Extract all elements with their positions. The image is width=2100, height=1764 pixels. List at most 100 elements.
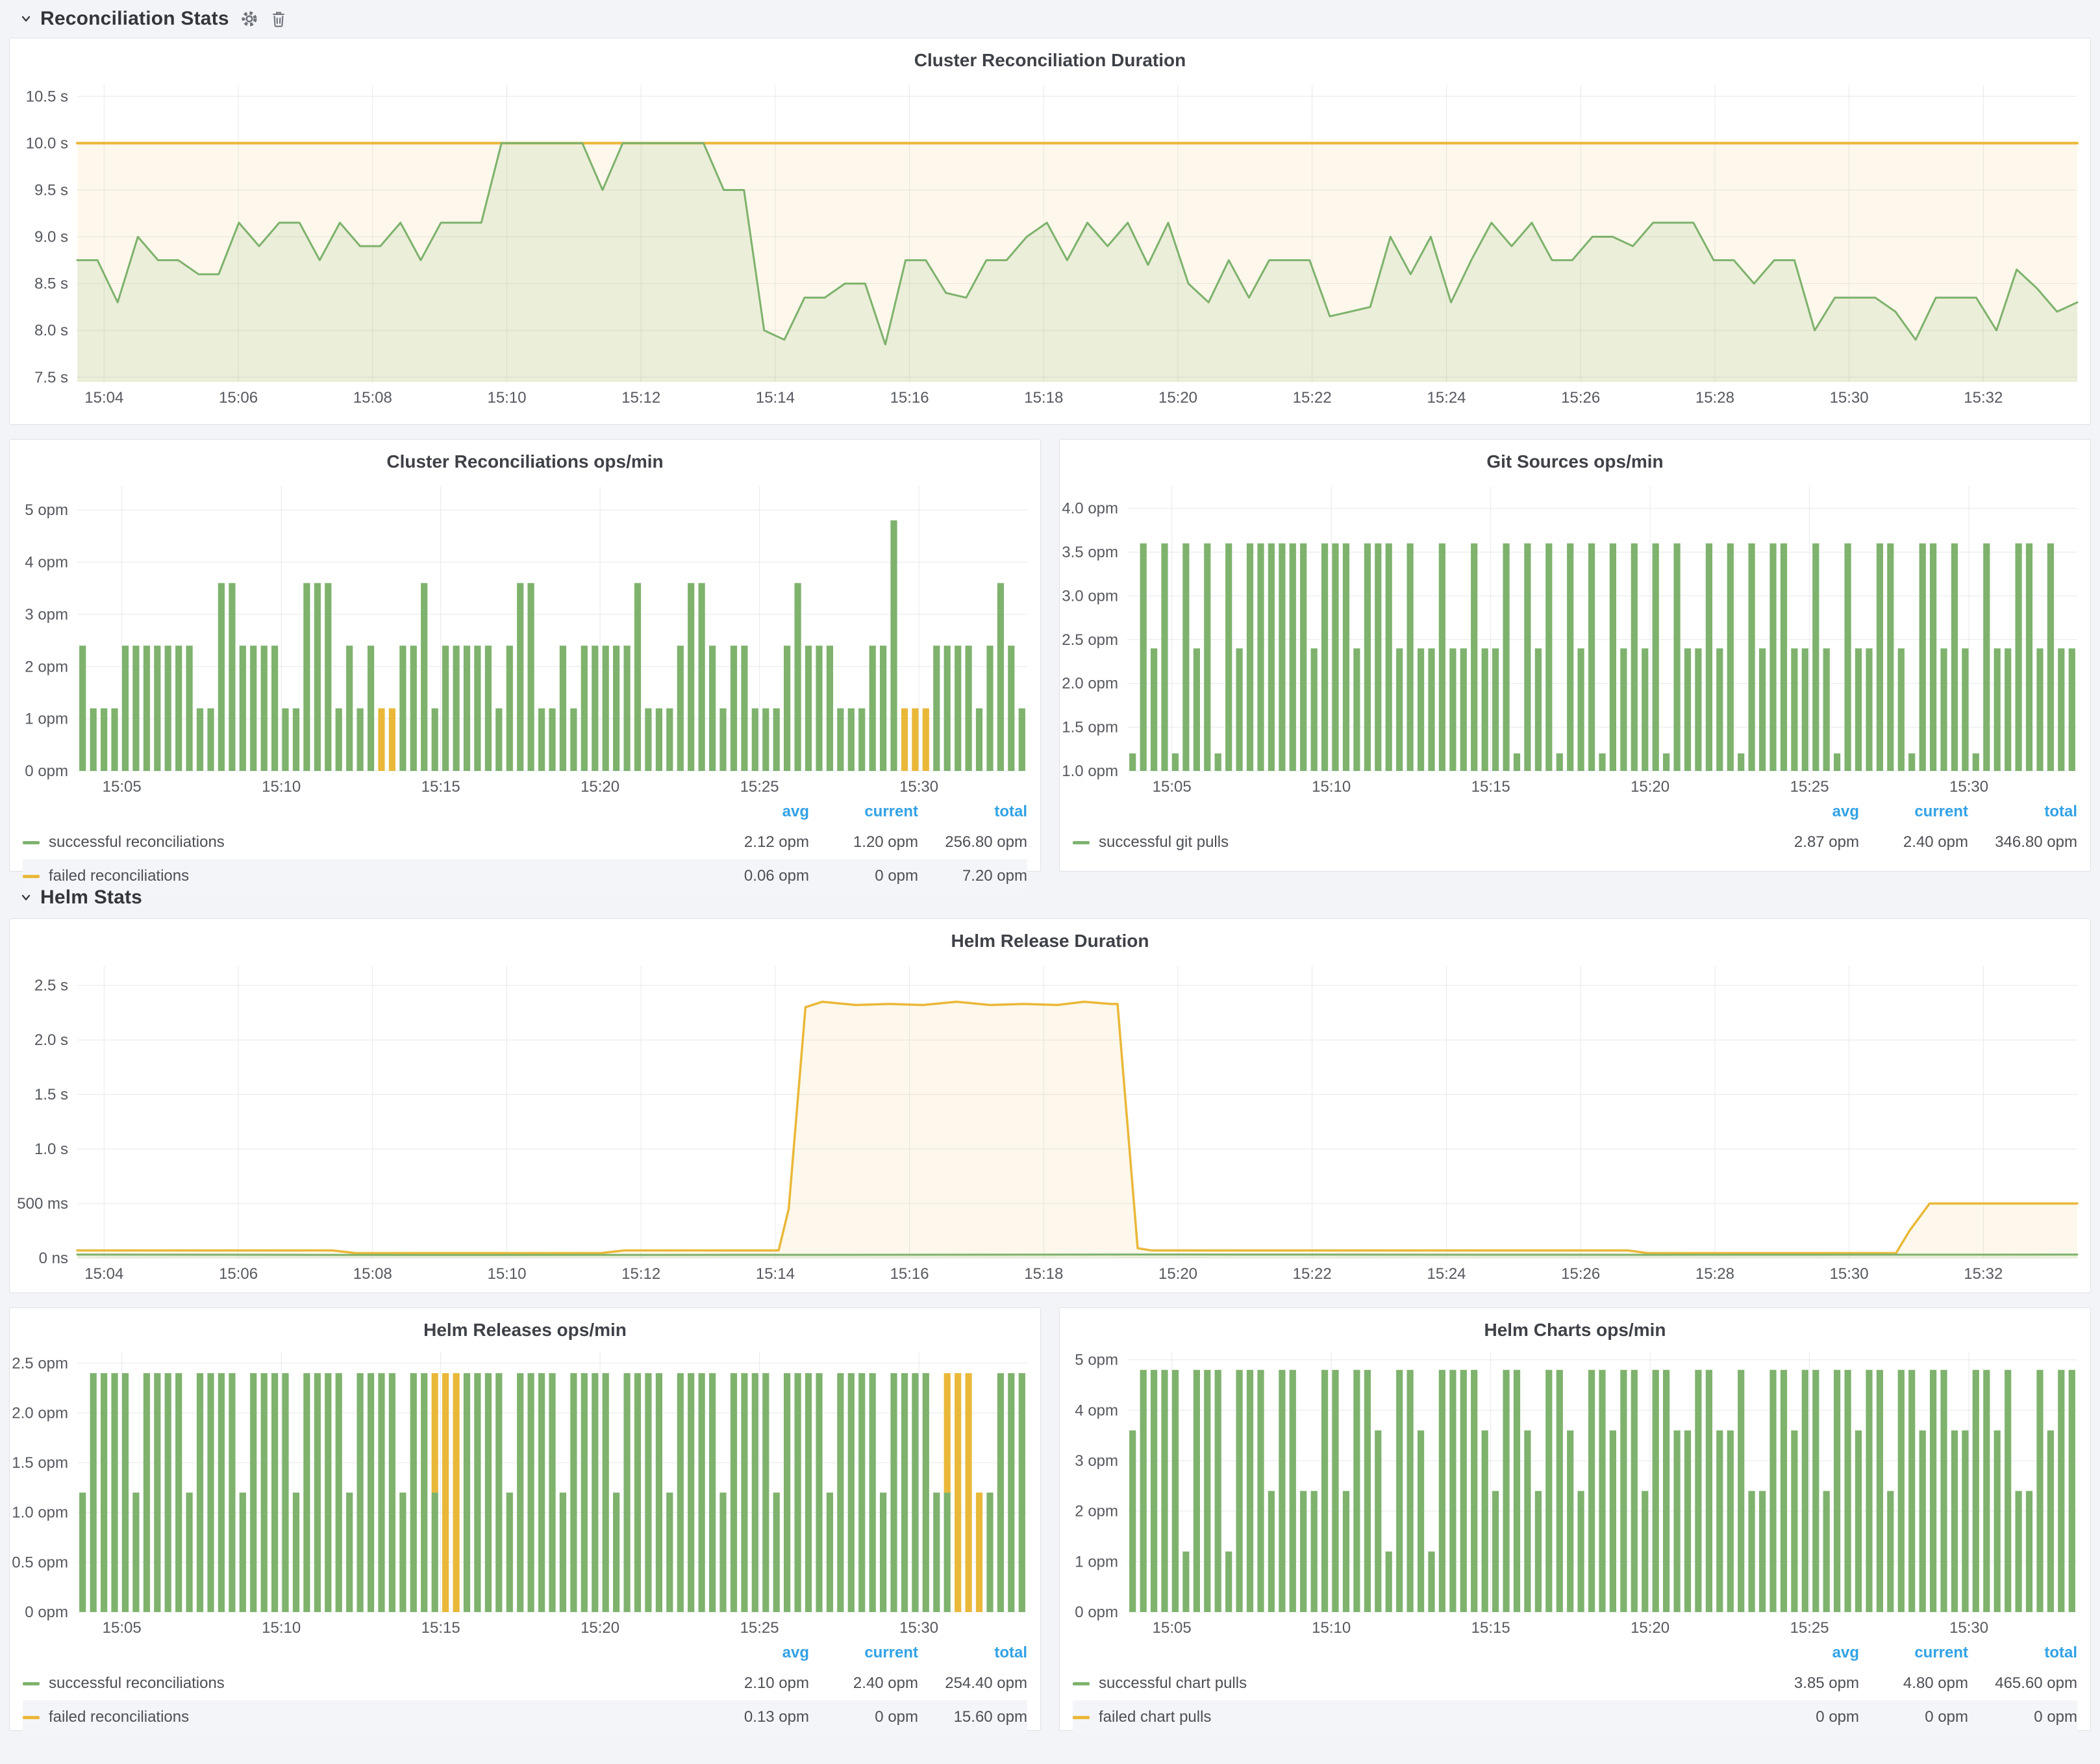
svg-text:10.0 s: 10.0 s — [26, 134, 68, 152]
svg-text:5 opm: 5 opm — [1075, 1352, 1118, 1369]
series-color-swatch — [23, 1682, 40, 1685]
legend-series-label[interactable]: successful reconciliations — [49, 1674, 225, 1693]
svg-text:15:04: 15:04 — [84, 1265, 123, 1283]
trash-icon[interactable] — [269, 10, 288, 28]
legend-series-label[interactable]: successful chart pulls — [1099, 1674, 1247, 1693]
panel-title[interactable]: Helm Releases ops/min — [10, 1308, 1040, 1347]
panel-title[interactable]: Git Sources ops/min — [1060, 440, 2090, 481]
row-header-reconciliation-stats[interactable]: Reconciliation Stats — [9, 0, 2091, 38]
row-title[interactable]: Reconciliation Stats — [40, 8, 229, 30]
legend-col-avg[interactable]: avg — [1750, 1644, 1859, 1662]
svg-text:0 opm: 0 opm — [25, 1604, 68, 1621]
legend-series[interactable]: failed chart pulls — [1073, 1708, 1750, 1726]
legend-series-label[interactable]: failed reconciliations — [49, 1708, 189, 1726]
legend-current-value: 0 opm — [1859, 1708, 1968, 1726]
helm-release-duration-chart[interactable]: 0 ns500 ms1.0 s1.5 s2.0 s2.5 s15:0415:06… — [10, 961, 2090, 1284]
legend-col-avg[interactable]: avg — [1750, 803, 1859, 821]
legend-row-failed-chart-pulls: failed chart pulls 0 opm 0 opm 0 opm — [1073, 1700, 2077, 1734]
legend-col-current[interactable]: current — [1859, 803, 1968, 821]
legend-series-label[interactable]: successful reconciliations — [49, 833, 225, 851]
helm-charts-chart[interactable]: 0 opm1 opm2 opm3 opm4 opm5 opm15:0515:10… — [1060, 1347, 2090, 1638]
svg-text:15:16: 15:16 — [890, 1265, 929, 1283]
svg-text:15:18: 15:18 — [1024, 1265, 1063, 1283]
legend-series[interactable]: successful chart pulls — [1073, 1674, 1750, 1693]
row-title[interactable]: Helm Stats — [40, 887, 142, 909]
panel-title[interactable]: Helm Release Duration — [10, 919, 2090, 961]
legend-series-label[interactable]: failed chart pulls — [1099, 1708, 1211, 1726]
svg-text:15:06: 15:06 — [219, 389, 258, 407]
svg-text:15:05: 15:05 — [103, 1619, 142, 1637]
panel-title[interactable]: Cluster Reconciliation Duration — [10, 38, 2090, 80]
legend-col-total[interactable]: total — [1968, 1644, 2077, 1662]
svg-text:2.5 opm: 2.5 opm — [12, 1355, 68, 1372]
svg-text:3 opm: 3 opm — [1075, 1452, 1118, 1470]
legend-avg-value: 0.13 opm — [700, 1708, 809, 1726]
legend-col-current[interactable]: current — [809, 1644, 918, 1662]
legend-col-total[interactable]: total — [918, 803, 1027, 821]
legend-series-label[interactable]: failed reconciliations — [49, 867, 189, 885]
legend-total-value: 15.60 opm — [918, 1708, 1027, 1726]
legend-col-current[interactable]: current — [809, 803, 918, 821]
svg-text:1.0 opm: 1.0 opm — [12, 1504, 68, 1522]
svg-text:15:10: 15:10 — [262, 1619, 301, 1637]
cluster-reconciliations-chart[interactable]: 0 opm1 opm2 opm3 opm4 opm5 opm15:0515:10… — [10, 481, 1040, 797]
svg-text:15:18: 15:18 — [1024, 389, 1063, 407]
svg-text:2.0 s: 2.0 s — [34, 1031, 68, 1049]
legend-avg-value: 2.87 opm — [1750, 833, 1859, 851]
panel-title[interactable]: Cluster Reconciliations ops/min — [10, 440, 1040, 481]
svg-text:15:20: 15:20 — [581, 778, 619, 796]
svg-text:15:12: 15:12 — [621, 1265, 660, 1283]
svg-text:15:20: 15:20 — [1631, 1619, 1669, 1637]
panel-title[interactable]: Helm Charts ops/min — [1060, 1308, 2090, 1347]
svg-text:2.0 opm: 2.0 opm — [1062, 675, 1118, 692]
series-color-swatch — [1073, 1716, 1090, 1719]
svg-text:15:30: 15:30 — [1949, 1619, 1988, 1637]
legend-col-total[interactable]: total — [918, 1644, 1027, 1662]
git-sources-chart[interactable]: 1.0 opm1.5 opm2.0 opm2.5 opm3.0 opm3.5 o… — [1060, 481, 2090, 797]
chevron-down-icon[interactable] — [19, 891, 32, 904]
cluster-reconciliation-duration-chart[interactable]: 7.5 s8.0 s8.5 s9.0 s9.5 s10.0 s10.5 s15:… — [10, 80, 2090, 408]
legend-avg-value: 3.85 opm — [1750, 1674, 1859, 1693]
series-color-swatch — [23, 841, 40, 844]
legend: avg current total successful chart pulls… — [1060, 1638, 2090, 1734]
svg-text:7.5 s: 7.5 s — [34, 369, 68, 386]
legend-series[interactable]: successful reconciliations — [23, 833, 700, 851]
svg-text:1.0 opm: 1.0 opm — [1062, 762, 1118, 780]
legend-series[interactable]: successful reconciliations — [23, 1674, 700, 1693]
svg-text:15:25: 15:25 — [1790, 1619, 1829, 1637]
svg-text:15:10: 15:10 — [1312, 1619, 1351, 1637]
legend-series[interactable]: failed reconciliations — [23, 867, 700, 885]
series-color-swatch — [1073, 1682, 1090, 1685]
panel-git-sources-opm: Git Sources ops/min 1.0 opm 1.5 opm 2.0 op… — [1059, 439, 2091, 872]
legend-series-label[interactable]: successful git pulls — [1099, 833, 1229, 851]
svg-text:1 opm: 1 opm — [25, 711, 68, 728]
svg-text:15:14: 15:14 — [756, 389, 795, 407]
legend-col-total[interactable]: total — [1968, 803, 2077, 821]
legend-current-value: 4.80 opm — [1859, 1674, 1968, 1693]
legend-series[interactable]: failed reconciliations — [23, 1708, 700, 1726]
svg-text:15:30: 15:30 — [1949, 778, 1988, 796]
svg-text:15:20: 15:20 — [1158, 1265, 1197, 1283]
legend-row-successful-git-pulls: successful git pulls 2.87 opm 2.40 opm 3… — [1073, 825, 2077, 859]
legend-total-value: 7.20 opm — [918, 867, 1027, 885]
svg-text:15:22: 15:22 — [1293, 1265, 1332, 1283]
legend-series[interactable]: successful git pulls — [1073, 833, 1750, 851]
svg-text:15:08: 15:08 — [353, 1265, 392, 1283]
gear-icon[interactable] — [240, 9, 259, 29]
panel-helm-releases-opm: Helm Releases ops/min 0 opm0.5 opm1.0 op… — [9, 1307, 1041, 1731]
legend-col-avg[interactable]: avg — [700, 1644, 809, 1662]
svg-text:1 opm: 1 opm — [1075, 1553, 1118, 1570]
legend-col-avg[interactable]: avg — [700, 803, 809, 821]
svg-text:15:20: 15:20 — [1631, 778, 1669, 796]
svg-text:8.0 s: 8.0 s — [34, 322, 68, 340]
chevron-down-icon[interactable] — [19, 12, 32, 25]
legend-col-current[interactable]: current — [1859, 1644, 1968, 1662]
svg-text:1.5 s: 1.5 s — [34, 1086, 68, 1103]
helm-releases-chart[interactable]: 0 opm0.5 opm1.0 opm1.5 opm2.0 opm2.5 opm… — [10, 1347, 1040, 1638]
panel-cluster-reconciliation-duration: Cluster Reconciliation Duration 7.5 s 8.0… — [9, 38, 2091, 425]
panel-helm-release-duration: Helm Release Duration 0 ns500 ms1.0 s1.5… — [9, 918, 2091, 1293]
svg-text:15:24: 15:24 — [1427, 1265, 1466, 1283]
svg-text:1.5 opm: 1.5 opm — [1062, 719, 1118, 737]
svg-text:15:30: 15:30 — [1830, 1265, 1869, 1283]
svg-text:0 opm: 0 opm — [1075, 1604, 1118, 1621]
